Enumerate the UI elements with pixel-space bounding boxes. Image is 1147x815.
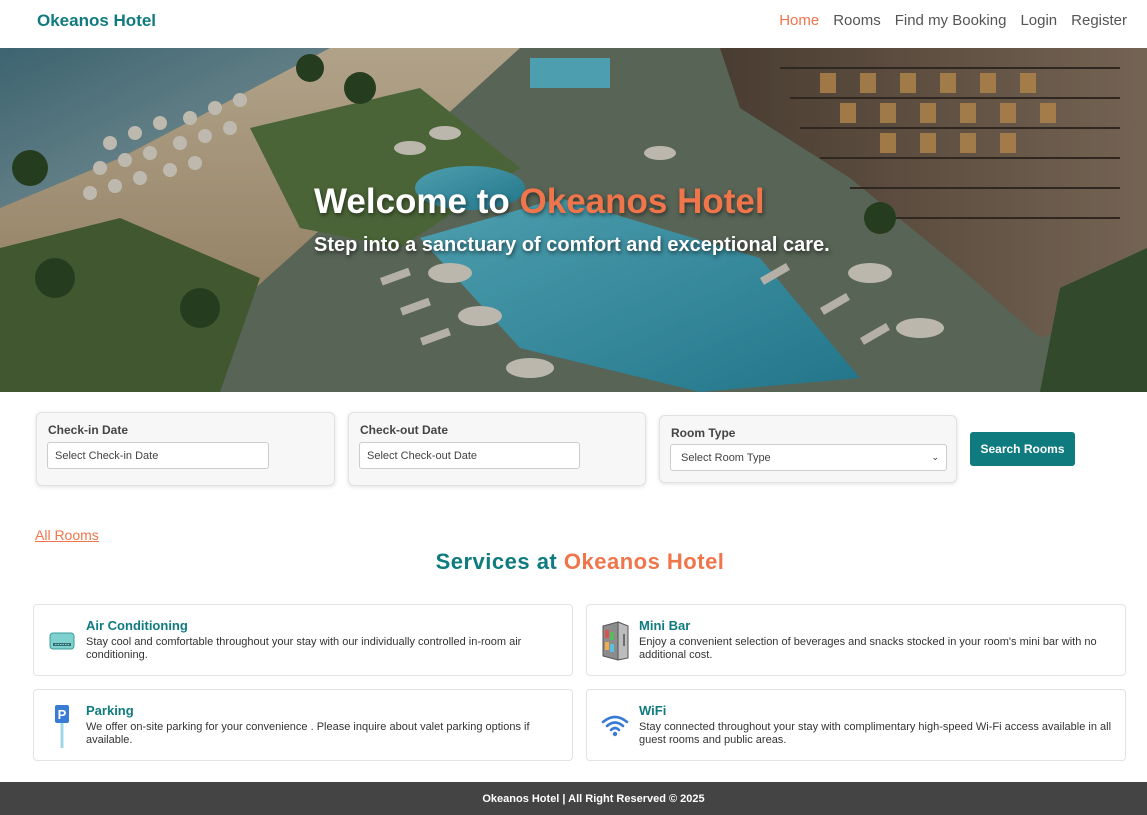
room-type-select[interactable]: Select Room Type ⌄ — [670, 444, 947, 471]
service-card-parking: P Parking We offer on-site parking for y… — [33, 689, 573, 761]
service-description: Stay cool and comfortable throughout you… — [86, 636, 522, 661]
room-type-selected: Select Room Type — [681, 451, 771, 464]
checkin-input[interactable]: Select Check-in Date — [47, 442, 269, 469]
wifi-icon — [599, 704, 631, 748]
checkout-label: Check-out Date — [360, 423, 449, 437]
service-title: Air Conditioning — [86, 618, 188, 633]
service-card-mini-bar: Mini Bar Enjoy a convenient selection of… — [586, 604, 1126, 676]
hero-title-prefix: Welcome to — [314, 182, 520, 221]
hero-title: Welcome to Okeanos Hotel — [314, 182, 765, 222]
navbar: Okeanos Hotel Home Rooms Find my Booking… — [0, 0, 1147, 48]
room-type-card: Room Type Select Room Type ⌄ — [659, 415, 957, 483]
service-card-wifi: WiFi Stay connected throughout your stay… — [586, 689, 1126, 761]
nav-links: Home Rooms Find my Booking Login Registe… — [779, 12, 1127, 29]
nav-find-booking[interactable]: Find my Booking — [895, 12, 1007, 29]
checkin-label: Check-in Date — [48, 423, 129, 437]
service-description: Stay connected throughout your stay with… — [639, 721, 1112, 746]
hero-title-accent: Okeanos Hotel — [519, 182, 765, 221]
nav-register[interactable]: Register — [1071, 12, 1127, 29]
hero-subtitle: Step into a sanctuary of comfort and exc… — [314, 234, 830, 256]
checkout-input[interactable]: Select Check-out Date — [359, 442, 580, 469]
search-rooms-button[interactable]: Search Rooms — [970, 432, 1075, 466]
checkout-card: Check-out Date Select Check-out Date — [348, 412, 646, 486]
service-title: Parking — [86, 703, 134, 718]
chevron-down-icon: ⌄ — [931, 452, 939, 462]
all-rooms-link[interactable]: All Rooms — [35, 527, 99, 543]
service-description: We offer on-site parking for your conven… — [86, 721, 530, 746]
services-heading: Services at Okeanos Hotel — [0, 549, 1147, 575]
footer: Okeanos Hotel | All Right Reserved © 202… — [0, 782, 1147, 815]
brand-logo[interactable]: Okeanos Hotel — [37, 11, 156, 31]
svg-text:P: P — [58, 707, 67, 722]
nav-login[interactable]: Login — [1020, 12, 1057, 29]
mini-bar-icon — [599, 619, 631, 663]
service-description: Enjoy a convenient selection of beverage… — [639, 636, 1097, 661]
air-conditioner-icon — [46, 619, 78, 663]
service-title: WiFi — [639, 703, 667, 718]
service-title: Mini Bar — [639, 618, 691, 633]
room-type-label: Room Type — [671, 426, 736, 440]
service-card-air-conditioning: Air Conditioning Stay cool and comfortab… — [33, 604, 573, 676]
services-heading-prefix: Services at — [435, 549, 564, 574]
hero-banner: Welcome to Okeanos Hotel Step into a san… — [0, 48, 1147, 392]
nav-home[interactable]: Home — [779, 12, 819, 29]
services-heading-accent: Okeanos Hotel — [563, 549, 725, 574]
checkin-card: Check-in Date Select Check-in Date — [36, 412, 335, 486]
parking-icon: P — [46, 704, 78, 748]
nav-rooms[interactable]: Rooms — [833, 12, 881, 29]
